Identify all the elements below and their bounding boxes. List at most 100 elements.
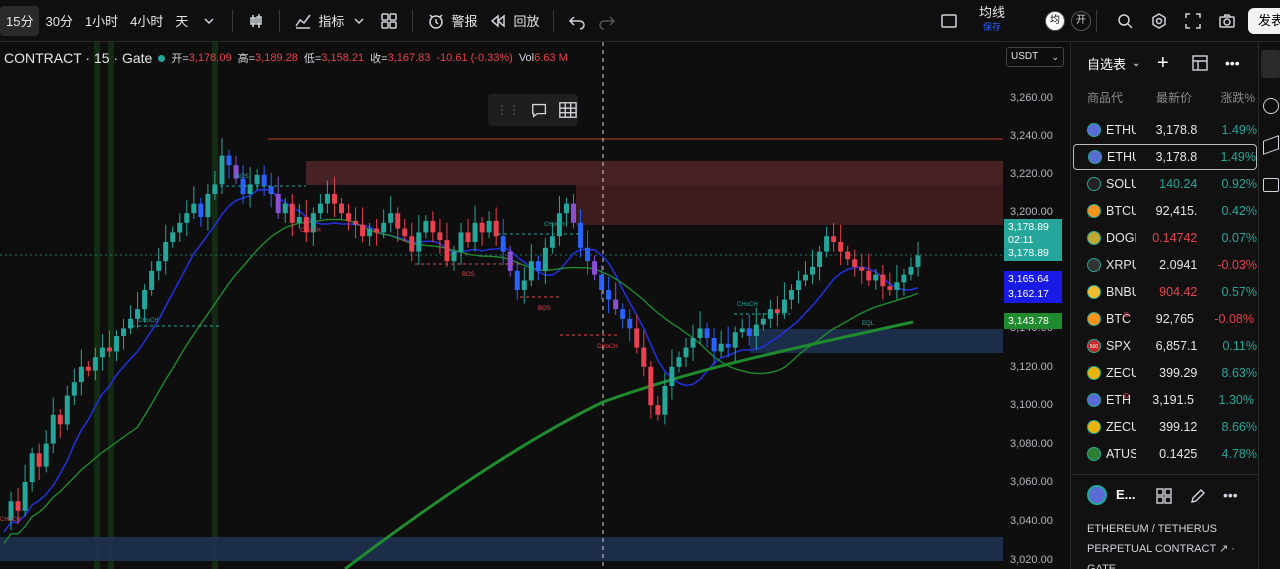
layers-tab-icon[interactable] (1263, 135, 1279, 155)
watchlist-change: 1.30% (1218, 393, 1254, 407)
candle-body (282, 203, 288, 214)
structure-label: CHoCH (300, 228, 321, 234)
watchlist-title[interactable]: 自选表 (1087, 54, 1126, 73)
settings-button[interactable] (1144, 6, 1174, 36)
price-axis-label: 3,260.00 (1010, 92, 1053, 104)
add-symbol-icon[interactable]: + (1157, 52, 1169, 75)
col-change[interactable]: 涨跌% (1205, 89, 1255, 106)
candle-body (563, 203, 569, 214)
watchlist-row[interactable]: XRPU 2.0941 -0.03% (1073, 252, 1257, 278)
candle-body (85, 366, 91, 371)
alert-button[interactable]: 警报 (421, 6, 483, 36)
chat-tab-icon[interactable] (1263, 178, 1279, 192)
watchlist-row[interactable]: ZECU 399.29 8.63% (1073, 360, 1257, 386)
redo-button[interactable] (592, 6, 622, 36)
candle-body (121, 328, 127, 337)
drag-handle-icon[interactable]: ⋮⋮ (496, 103, 520, 117)
watchlist-columns: 商品代 最新价 涨跌% (1071, 84, 1258, 110)
fullscreen-button[interactable] (1178, 6, 1208, 36)
watchlist-row[interactable]: BTC D 92,765 -0.08% (1073, 306, 1257, 332)
detail-title[interactable]: E... (1116, 487, 1136, 502)
col-last[interactable]: 最新价 (1143, 89, 1205, 106)
blue-ma-value: 3,165.64 (1008, 273, 1049, 285)
watchlist-row[interactable]: ZECU 399.12 8.66% (1073, 414, 1257, 440)
avg-toggle[interactable]: 均 (1045, 11, 1065, 31)
fullscreen-layout-button[interactable] (934, 6, 964, 36)
watchlist-symbol: ETHU (1107, 150, 1136, 164)
chevron-down-icon[interactable]: ⌄ (1132, 58, 1140, 69)
candle-body (191, 203, 197, 214)
candle-body (788, 290, 794, 300)
watchlist-row[interactable]: BTCU 92,415. 0.42% (1073, 198, 1257, 224)
screenshot-button[interactable] (1212, 6, 1242, 36)
timeframe-1d[interactable]: 天 (169, 0, 194, 42)
candle-body (746, 328, 752, 337)
candle-body (620, 309, 626, 319)
watchlist-row[interactable]: BNBU 904.42 0.57% (1073, 279, 1257, 305)
candle-body (479, 222, 485, 233)
average-line-control[interactable]: 均线 保存 (962, 6, 1022, 34)
divider (232, 9, 234, 32)
more-icon[interactable]: ••• (1225, 55, 1240, 71)
timeframe-4h[interactable]: 4小时 (124, 0, 169, 42)
watchlist-row[interactable]: ATUS 0.1425 4.78% (1073, 441, 1257, 467)
comment-icon[interactable] (530, 100, 548, 120)
undo-button[interactable] (562, 6, 592, 36)
watchlist-row[interactable]: 500 SPX 6,857.1 0.11% (1073, 333, 1257, 359)
structure-label: CHoCH (737, 302, 758, 308)
quick-search-button[interactable] (1110, 6, 1140, 36)
candle-body (57, 414, 63, 425)
candle-body (451, 251, 457, 262)
candle-body (859, 266, 865, 271)
candle-body (346, 213, 352, 221)
last-price-repeat: 3,178.89 (1008, 247, 1049, 259)
candle-body (641, 347, 647, 367)
structure-label: BOS (538, 306, 551, 312)
candle-body (64, 395, 70, 425)
candle-body (866, 270, 872, 281)
layout-button[interactable] (374, 6, 404, 36)
currency-value: USDT (1011, 51, 1039, 62)
watchlist-price: 399.29 (1159, 366, 1198, 380)
watchlist-tab-icon[interactable] (1261, 50, 1280, 78)
watchlist-row[interactable]: ETHU 3,178.8 1.49% (1073, 144, 1257, 170)
watchlist-row[interactable]: SOLU 140.24 0.92% (1073, 171, 1257, 197)
layout-icon[interactable] (1191, 54, 1209, 72)
candle-body (198, 203, 204, 218)
timeframe-1h[interactable]: 1小时 (79, 0, 124, 42)
candle-body (289, 203, 295, 223)
watchlist-price: 399.12 (1159, 420, 1198, 434)
more-icon[interactable]: ••• (1223, 487, 1238, 503)
candle-body (15, 501, 21, 511)
candle-body (915, 255, 921, 267)
market-status-dot (158, 54, 166, 62)
last-price-tag: 3,178.89 02:11 3,178.89 (1004, 219, 1062, 261)
candle-body (324, 194, 330, 204)
open-value: 3,178.09 (188, 52, 232, 64)
currency-select[interactable]: USDT ⌄ (1006, 47, 1064, 67)
watchlist-change: 0.07% (1221, 231, 1257, 245)
publish-button[interactable]: 发表 (1248, 8, 1280, 34)
timeframe-30m[interactable]: 30分 (39, 0, 78, 42)
watchlist-row[interactable]: ETH D 3,191.5 1.30% (1073, 387, 1257, 413)
watchlist-row[interactable]: DOGE 0.14742 0.07% (1073, 225, 1257, 251)
alarm-tab-icon[interactable] (1263, 98, 1279, 114)
session-highlight (212, 42, 218, 569)
replay-button[interactable]: 回放 (483, 6, 545, 36)
col-symbol[interactable]: 商品代 (1087, 89, 1143, 106)
table-icon[interactable] (558, 99, 578, 121)
price-chart[interactable]: BOS CHoCH CHoCH BOS BOS CHoCH CHoCH CHoCH CHoCH E… (0, 42, 1068, 569)
watchlist-row[interactable]: ETHU 3,178.8 1.49% (1073, 117, 1257, 143)
grid-icon[interactable] (1155, 487, 1173, 505)
candle-body (648, 366, 654, 406)
indicators-button[interactable]: 指标 (288, 6, 374, 36)
timeframe-15m[interactable]: 15分 (0, 5, 40, 36)
candle-body (683, 347, 689, 358)
candle-body (831, 236, 837, 242)
timeframe-dropdown[interactable] (194, 0, 224, 42)
eth-coin-icon (1087, 485, 1107, 505)
edit-icon[interactable] (1189, 487, 1207, 505)
price-axis-label: 3,120.00 (1010, 361, 1053, 373)
chart-type-button[interactable] (241, 6, 271, 36)
open-toggle[interactable]: 开 (1071, 11, 1091, 31)
